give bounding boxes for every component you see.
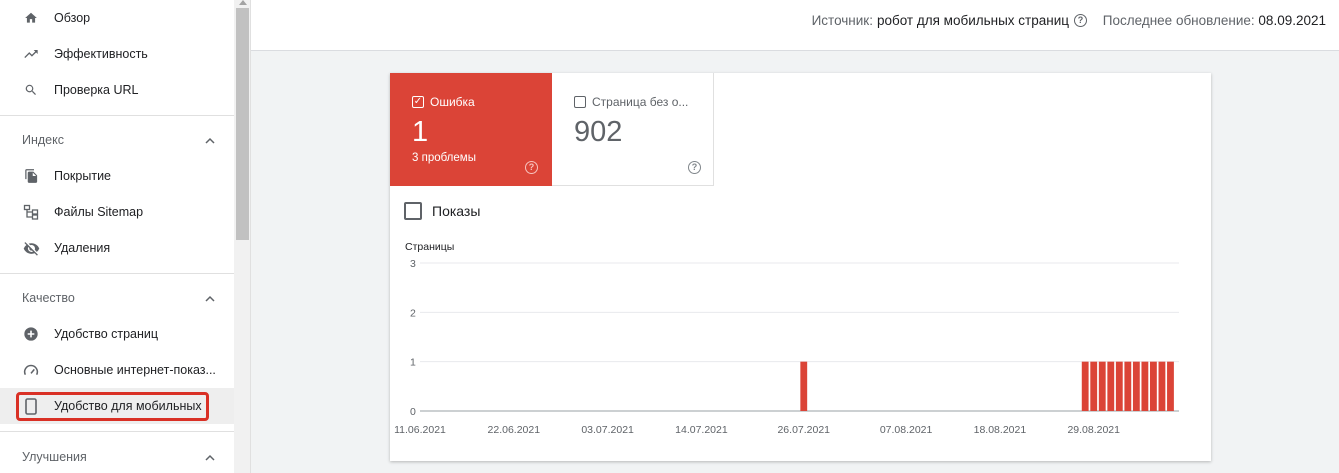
chart-bar[interactable] bbox=[1098, 361, 1106, 411]
chevron-up-icon bbox=[204, 293, 216, 307]
section-title: Качество bbox=[22, 291, 75, 305]
section-header-enhancements[interactable]: Улучшения bbox=[0, 439, 234, 473]
y-tick-label: 1 bbox=[410, 357, 416, 369]
error-count: 1 bbox=[412, 116, 429, 148]
impressions-toggle[interactable]: Показы bbox=[404, 202, 480, 220]
valid-count: 902 bbox=[574, 116, 623, 148]
report-card: ✓ Ошибка 1 3 проблемы ? Страница без о..… bbox=[390, 73, 1211, 461]
nav-item-coverage[interactable]: Покрытие bbox=[0, 158, 234, 194]
help-icon[interactable]: ? bbox=[688, 161, 701, 174]
section-header-quality[interactable]: Качество bbox=[0, 280, 234, 316]
highlight-outline bbox=[16, 392, 209, 421]
chart-y-label: Страницы bbox=[405, 241, 455, 253]
x-tick-label: 26.07.2021 bbox=[777, 424, 830, 436]
divider bbox=[0, 115, 234, 116]
x-tick-label: 03.07.2021 bbox=[581, 424, 634, 436]
chevron-up-icon bbox=[204, 135, 216, 149]
help-icon[interactable]: ? bbox=[1074, 14, 1087, 27]
chart-bar[interactable] bbox=[1132, 361, 1140, 411]
checkbox-icon[interactable] bbox=[574, 96, 586, 108]
source-value: робот для мобильных страниц bbox=[876, 13, 1069, 28]
last-updated: Последнее обновление: 08.09.2021 bbox=[1103, 13, 1326, 28]
scroll-up-arrow-icon[interactable] bbox=[239, 0, 247, 5]
updated-label: Последнее обновление: bbox=[1102, 13, 1255, 28]
chart-bar[interactable] bbox=[1090, 361, 1098, 411]
x-tick-label: 22.06.2021 bbox=[488, 424, 541, 436]
chart-bar[interactable] bbox=[1081, 361, 1089, 411]
valid-tile-label: Страница без о... bbox=[592, 95, 689, 109]
nav-item-url-inspection[interactable]: Проверка URL bbox=[0, 72, 234, 108]
scrollbar-thumb[interactable] bbox=[236, 8, 249, 240]
add-circle-icon bbox=[22, 325, 40, 343]
divider bbox=[0, 431, 234, 432]
checkbox-checked-icon[interactable]: ✓ bbox=[412, 96, 424, 108]
x-tick-label: 29.08.2021 bbox=[1067, 424, 1120, 436]
nav-item-page-experience[interactable]: Удобство страниц bbox=[0, 316, 234, 352]
nav-item-core-web-vitals[interactable]: Основные интернет-показ... bbox=[0, 352, 234, 388]
nav-item-label: Эффективность bbox=[54, 47, 148, 61]
nav-item-label: Обзор bbox=[54, 11, 91, 25]
error-tile-label-row: ✓ Ошибка bbox=[412, 95, 475, 109]
visibility-off-icon bbox=[22, 239, 40, 257]
sidebar: Обзор Эффективность Проверка URL Индекс … bbox=[0, 0, 251, 473]
x-tick-label: 14.07.2021 bbox=[675, 424, 728, 436]
impressions-label: Показы bbox=[432, 203, 481, 219]
error-tile-label: Ошибка bbox=[430, 95, 475, 109]
nav-item-label: Основные интернет-показ... bbox=[54, 363, 216, 377]
chart-bar[interactable] bbox=[1150, 361, 1157, 411]
chart-bar[interactable] bbox=[800, 361, 808, 411]
search-icon bbox=[22, 81, 40, 99]
nav-item-sitemaps[interactable]: Файлы Sitemap bbox=[0, 194, 234, 230]
updated-value: 08.09.2021 bbox=[1258, 13, 1326, 28]
top-bar: Источник: робот для мобильных страниц ? … bbox=[251, 0, 1339, 51]
bar-chart: 0 1 2 3 11.06.2021 22.06.2021 03.07.2021 14.07.… bbox=[394, 258, 1179, 436]
chart-bar[interactable] bbox=[1141, 361, 1149, 411]
nav-item-overview[interactable]: Обзор bbox=[0, 0, 234, 36]
nav-item-label: Удаления bbox=[54, 241, 111, 255]
valid-tile[interactable]: Страница без о... 902 ? bbox=[552, 73, 714, 186]
chart-bar[interactable] bbox=[1158, 361, 1166, 411]
source-info: Источник: робот для мобильных страниц ? bbox=[812, 13, 1087, 28]
section-header-index[interactable]: Индекс bbox=[0, 122, 234, 158]
section-title: Индекс bbox=[22, 133, 64, 147]
x-tick-label: 07.08.2021 bbox=[880, 424, 933, 436]
nav-item-label: Проверка URL bbox=[54, 83, 139, 97]
section-title: Улучшения bbox=[22, 450, 87, 464]
source-label: Источник: bbox=[811, 13, 873, 28]
speed-icon bbox=[22, 361, 40, 379]
sitemap-icon bbox=[22, 203, 40, 221]
nav-item-performance[interactable]: Эффективность bbox=[0, 36, 234, 72]
error-issues: 3 проблемы bbox=[412, 152, 476, 164]
y-tick-label: 2 bbox=[410, 307, 416, 319]
help-icon[interactable]: ? bbox=[525, 161, 538, 174]
file-copy-icon bbox=[22, 167, 40, 185]
chart-bar[interactable] bbox=[1115, 361, 1123, 411]
checkbox-icon[interactable] bbox=[404, 202, 422, 220]
divider bbox=[0, 273, 234, 274]
home-icon bbox=[22, 9, 40, 27]
x-tick-label: 11.06.2021 bbox=[394, 424, 446, 436]
x-tick-label: 18.08.2021 bbox=[974, 424, 1027, 436]
chart-bar[interactable] bbox=[1167, 361, 1174, 411]
y-tick-label: 0 bbox=[410, 406, 416, 418]
nav-item-label: Файлы Sitemap bbox=[54, 205, 144, 219]
valid-tile-label-row: Страница без о... bbox=[574, 95, 688, 109]
chart-bar[interactable] bbox=[1107, 361, 1115, 411]
nav-item-label: Удобство страниц bbox=[54, 327, 159, 341]
error-tile[interactable]: ✓ Ошибка 1 3 проблемы ? bbox=[390, 73, 552, 186]
y-tick-label: 3 bbox=[410, 258, 416, 270]
chart-bar[interactable] bbox=[1124, 361, 1132, 411]
nav-item-label: Покрытие bbox=[54, 169, 112, 183]
trending-up-icon bbox=[22, 45, 40, 63]
nav-item-removals[interactable]: Удаления bbox=[0, 230, 234, 266]
chevron-up-icon bbox=[204, 452, 216, 466]
